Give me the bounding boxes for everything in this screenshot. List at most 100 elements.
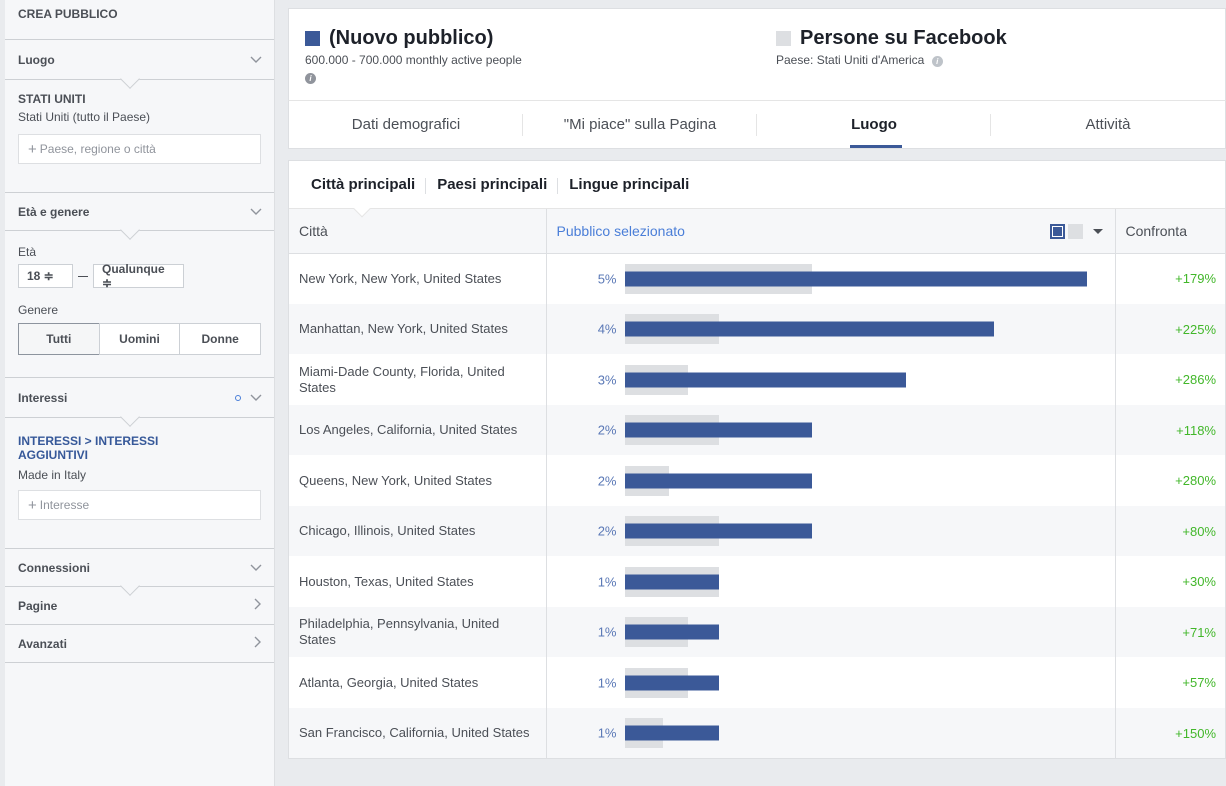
tab-activity[interactable]: Attività xyxy=(991,101,1225,148)
table-row[interactable]: Queens, New York, United States 2% +280% xyxy=(289,455,1225,506)
audience-percent: 5% xyxy=(597,271,617,287)
audience-percent: 2% xyxy=(597,422,617,438)
interest-selected: Made in Italy xyxy=(18,468,87,482)
table-row[interactable]: Philadelphia, Pennsylvania, United State… xyxy=(289,607,1225,657)
audience-bar xyxy=(624,271,1087,287)
info-icon[interactable]: i xyxy=(305,73,316,84)
country-sub: Stati Uniti (tutto il Paese) xyxy=(18,110,151,124)
audience-percent: 4% xyxy=(597,321,617,337)
table-row[interactable]: Miami-Dade County, Florida, United State… xyxy=(289,354,1225,405)
col-header-city[interactable]: Città xyxy=(289,209,547,254)
table-row[interactable]: Houston, Texas, United States 1% +30% xyxy=(289,556,1225,607)
compare-value: +71% xyxy=(1114,607,1225,657)
table-row[interactable]: Chicago, Illinois, United States 2% +80% xyxy=(289,506,1225,556)
comparison-country: Paese: Stati Uniti d'America xyxy=(776,53,925,67)
gender-men-button[interactable]: Uomini xyxy=(98,323,181,355)
subtab-top-cities[interactable]: Città principali xyxy=(300,176,427,194)
chevron-down-icon xyxy=(250,560,262,575)
audience-title: (Nuovo pubblico) xyxy=(329,27,494,49)
compare-value: +150% xyxy=(1114,708,1225,758)
city-name: San Francisco, California, United States xyxy=(289,708,547,758)
audience-bar-cell: 1% xyxy=(546,657,1115,708)
interest-placeholder: Interesse xyxy=(39,498,90,512)
gender-women-button[interactable]: Donne xyxy=(179,323,262,355)
city-name: Miami-Dade County, Florida, United State… xyxy=(289,354,547,405)
table-row[interactable]: New York, New York, United States 5% +179% xyxy=(289,253,1225,304)
range-dash xyxy=(78,275,88,277)
audience-bar xyxy=(624,321,994,337)
section-label: Interessi xyxy=(18,390,68,405)
view-toggle[interactable] xyxy=(1047,224,1103,239)
audience-header: (Nuovo pubblico) 600.000 - 700.000 month… xyxy=(288,8,1226,101)
audience-bar xyxy=(624,523,812,539)
audience-bar xyxy=(624,372,906,387)
compare-value: +57% xyxy=(1114,657,1225,708)
audience-bar-cell: 1% xyxy=(546,607,1115,657)
compare-value: +225% xyxy=(1114,304,1225,354)
audience-bar-cell: 3% xyxy=(546,354,1115,405)
gender-all-button[interactable]: Tutti xyxy=(18,323,100,355)
city-name: Atlanta, Georgia, United States xyxy=(289,657,547,708)
col-header-selected-label: Pubblico selezionato xyxy=(556,222,685,239)
country-caption: STATI UNITI xyxy=(18,92,86,106)
gender-label: Genere xyxy=(18,303,59,317)
tab-label: Luogo xyxy=(851,116,897,133)
audience-percent: 1% xyxy=(597,624,617,640)
comparison-toggle-icon[interactable] xyxy=(1067,224,1083,239)
tab-location[interactable]: Luogo xyxy=(757,101,991,148)
table-row[interactable]: Manhattan, New York, United States 4% +225… xyxy=(289,304,1225,354)
section-header-interests[interactable]: Interessi xyxy=(5,378,274,427)
city-name: New York, New York, United States xyxy=(289,253,547,304)
section-header-connections[interactable]: Connessioni xyxy=(5,549,274,596)
section-label: Avanzati xyxy=(18,636,67,651)
age-max-select[interactable]: Qualunque ≑ xyxy=(93,262,184,290)
table-row[interactable]: San Francisco, California, United States… xyxy=(289,708,1225,758)
audience-bar-cell: 1% xyxy=(546,708,1115,758)
subtab-top-languages[interactable]: Lingue principali xyxy=(558,176,700,193)
interests-section: INTERESSI > INTERESSI AGGIUNTIVI Made in… xyxy=(5,418,274,549)
city-name: Philadelphia, Pennsylvania, United State… xyxy=(289,607,547,657)
caret-down-icon[interactable] xyxy=(1092,229,1103,234)
selected-audience-block: (Nuovo pubblico) 600.000 - 700.000 month… xyxy=(305,27,522,84)
col-header-selected[interactable]: Pubblico selezionato xyxy=(546,209,1115,254)
plus-icon: + xyxy=(28,496,37,514)
insights-tabs: Dati demografici "Mi piace" sulla Pagina… xyxy=(288,101,1226,149)
audience-bar xyxy=(624,473,812,488)
compare-value: +280% xyxy=(1114,455,1225,506)
table-row[interactable]: Atlanta, Georgia, United States 1% +57% xyxy=(289,657,1225,708)
audience-percent: 2% xyxy=(597,523,617,539)
active-dot-icon xyxy=(235,394,241,401)
plus-icon: + xyxy=(28,140,37,158)
audience-bar-cell: 5% xyxy=(546,253,1115,304)
tab-page-likes[interactable]: "Mi piace" sulla Pagina xyxy=(523,101,757,148)
section-header-advanced[interactable]: Avanzati xyxy=(5,625,274,663)
interest-input[interactable]: + Interesse xyxy=(18,490,261,520)
audience-percent: 2% xyxy=(597,473,617,488)
city-name: Manhattan, New York, United States xyxy=(289,304,547,354)
table-row[interactable]: Los Angeles, California, United States 2%… xyxy=(289,405,1225,455)
city-name: Chicago, Illinois, United States xyxy=(289,506,547,556)
compare-value: +179% xyxy=(1114,253,1225,304)
section-header-age-gender[interactable]: Età e genere xyxy=(5,193,274,240)
section-label: Età e genere xyxy=(18,204,90,219)
selected-audience-toggle-icon[interactable] xyxy=(1049,224,1065,239)
comparison-audience-block: Persone su Facebook Paese: Stati Uniti d… xyxy=(776,27,1007,67)
tab-label: Attività xyxy=(1085,116,1131,133)
comparison-color-swatch xyxy=(776,31,791,46)
subtab-top-countries[interactable]: Paesi principali xyxy=(426,176,559,194)
tab-demographics[interactable]: Dati demografici xyxy=(289,101,523,148)
tab-label: "Mi piace" sulla Pagina xyxy=(563,116,717,133)
section-header-pages[interactable]: Pagine xyxy=(5,587,274,625)
cities-table: Città Pubblico selezionato Confronta New… xyxy=(289,209,1225,758)
info-icon[interactable]: i xyxy=(931,56,943,67)
audience-percent: 1% xyxy=(597,574,617,589)
age-min-select[interactable]: 18 ≑ xyxy=(18,264,73,288)
col-header-compare[interactable]: Confronta xyxy=(1114,209,1225,254)
interests-path-link[interactable]: INTERESSI > INTERESSI AGGIUNTIVI xyxy=(18,434,208,462)
age-label: Età xyxy=(18,245,37,259)
city-name: Queens, New York, United States xyxy=(289,455,547,506)
section-header-location[interactable]: Luogo xyxy=(5,40,274,89)
audience-bar-cell: 2% xyxy=(546,455,1115,506)
location-input[interactable]: + Paese, regione o città xyxy=(18,134,261,164)
audience-bar xyxy=(624,675,719,690)
